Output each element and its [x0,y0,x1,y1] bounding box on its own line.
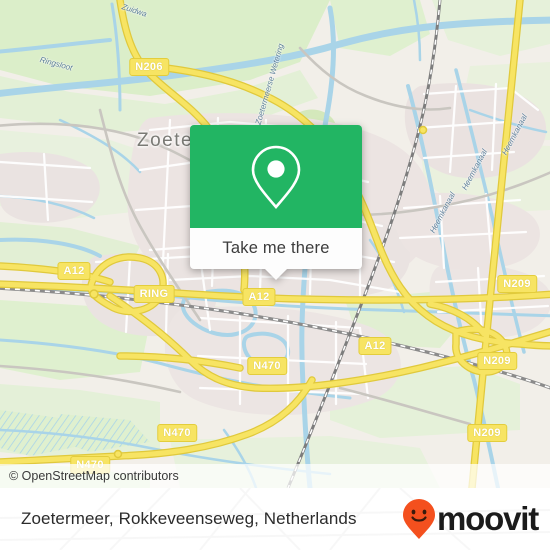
take-me-there-label: Take me there [222,239,330,257]
road-shield-n209-mid[interactable]: N209 [477,352,517,370]
moovit-logo[interactable]: moovit [402,498,550,540]
road-shield-n470-mid[interactable]: N470 [247,357,287,375]
popup-pointer-tail [265,269,287,280]
road-shield-n470-south[interactable]: N470 [157,424,197,442]
take-me-there-popup[interactable]: Take me there [190,125,362,280]
popup-header [190,125,362,228]
junction-marker [89,289,99,299]
moovit-smiley-pin-icon [403,499,436,539]
moovit-wordmark: moovit [437,500,539,537]
map-place-label: Zoete [137,130,194,151]
map-attribution: © OpenStreetMap contributors [0,464,550,488]
road-shield-a12-east[interactable]: A12 [358,337,392,355]
road-shield-a12-west[interactable]: A12 [57,262,91,280]
road-shield-n206[interactable]: N206 [129,58,169,76]
junction-marker [418,125,428,135]
attribution-text[interactable]: © OpenStreetMap contributors [0,469,179,483]
road-shield-n209-north[interactable]: N209 [497,275,537,293]
footer-bar: Zoetermeer, Rokkeveenseweg, Netherlands … [0,488,550,550]
road-shield-ring[interactable]: RING [133,285,175,303]
road-shield-a12-mid[interactable]: A12 [242,288,276,306]
location-pin-icon [251,145,301,209]
junction-marker [113,449,123,459]
location-title: Zoetermeer, Rokkeveenseweg, Netherlands [21,509,357,528]
road-shield-n209-south[interactable]: N209 [467,424,507,442]
screenshot-root: Zoete Ringsloot Zuidwa Zoetermeerse Wete… [0,0,550,550]
popup-footer[interactable]: Take me there [190,228,362,280]
